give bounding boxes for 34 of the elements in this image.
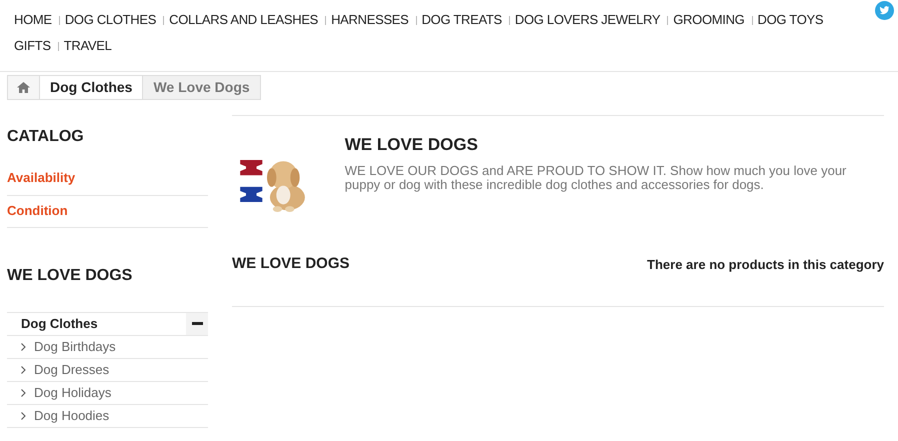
category-link[interactable]: Dog Clothes xyxy=(7,313,112,334)
chevron-right-icon xyxy=(21,366,26,374)
nav-link[interactable]: HOME xyxy=(14,10,54,30)
breadcrumb-current[interactable]: We Love Dogs xyxy=(142,76,260,99)
filter-link[interactable]: Condition xyxy=(7,196,208,228)
empty-message: There are no products in this category xyxy=(647,256,884,274)
category-description: WE LOVE OUR DOGS and ARE PROUD TO SHOW IT. Show how much you love your puppy or dog with these incredible dog clothes and accessories for dogs. xyxy=(344,164,848,194)
chevron-right-icon xyxy=(21,342,26,350)
filter-link[interactable]: Availability xyxy=(7,163,208,196)
collapse-toggle[interactable] xyxy=(186,313,208,334)
subcategory-link[interactable]: Dog Birthdays xyxy=(7,336,208,358)
nav-link[interactable]: DOG CLOTHES xyxy=(64,10,158,30)
sidebar-heading: CATALOG xyxy=(7,127,85,147)
nav-link[interactable]: DOG TREATS xyxy=(422,10,504,30)
sidebar-heading: WE LOVE DOGS xyxy=(7,266,134,286)
nav-link[interactable]: GROOMING xyxy=(673,10,746,30)
chevron-right-icon xyxy=(21,388,26,396)
nav-link[interactable]: DOG TOYS xyxy=(758,10,826,30)
category-heading: WE LOVE DOGS xyxy=(232,254,350,274)
home-button[interactable] xyxy=(8,76,39,99)
nav-link[interactable]: HARNESSES xyxy=(331,10,411,30)
home-icon xyxy=(17,82,30,93)
nav-link[interactable]: COLLARS AND LEASHES xyxy=(169,10,320,30)
nav-link[interactable]: GIFTS xyxy=(14,36,53,56)
subcategory-link[interactable]: Dog Dresses xyxy=(7,358,208,382)
category-title: WE LOVE DOGS xyxy=(344,134,479,156)
breadcrumb-link[interactable]: Dog Clothes xyxy=(39,76,142,99)
minus-icon xyxy=(192,322,202,326)
nav-link[interactable]: DOG LOVERS JEWELRY xyxy=(514,10,662,30)
subcategory-link[interactable]: Dog Holidays xyxy=(7,382,208,404)
subcategory-link[interactable]: Dog Hoodies xyxy=(7,404,208,428)
twitter-bird-icon[interactable] xyxy=(875,1,894,20)
nav-link[interactable]: TRAVEL xyxy=(64,36,114,56)
chevron-right-icon xyxy=(21,412,26,420)
